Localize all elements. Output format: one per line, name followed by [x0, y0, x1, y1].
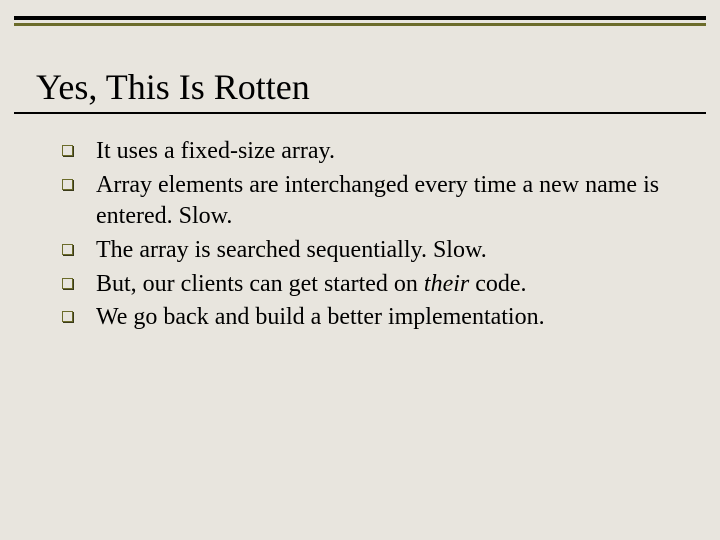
list-item: It uses a fixed-size array. — [62, 136, 680, 168]
bullet-text: It uses a fixed-size array. — [96, 138, 335, 164]
square-bullet-icon — [62, 311, 73, 322]
bullet-text: The array is searched sequentially. Slow… — [96, 237, 487, 263]
title-underline — [14, 112, 706, 114]
list-item: Array elements are interchanged every ti… — [62, 170, 680, 233]
slide-body: It uses a fixed-size array. Array elemen… — [62, 136, 680, 334]
list-item: We go back and build a better implementa… — [62, 302, 680, 334]
bullet-text: Array elements are interchanged every ti… — [96, 172, 659, 230]
square-bullet-icon — [62, 145, 73, 156]
bullet-list: It uses a fixed-size array. Array elemen… — [62, 136, 680, 334]
bullet-text: But, our clients can get started on thei… — [96, 271, 527, 297]
square-bullet-icon — [62, 278, 73, 289]
rule-olive — [14, 23, 706, 26]
bullet-text: We go back and build a better implementa… — [96, 304, 545, 330]
list-item: But, our clients can get started on thei… — [62, 269, 680, 301]
slide-title: Yes, This Is Rotten — [36, 66, 688, 108]
slide: Yes, This Is Rotten It uses a fixed-size… — [0, 0, 720, 540]
square-bullet-icon — [62, 244, 73, 255]
square-bullet-icon — [62, 179, 73, 190]
list-item: The array is searched sequentially. Slow… — [62, 235, 680, 267]
top-rule — [14, 16, 706, 26]
